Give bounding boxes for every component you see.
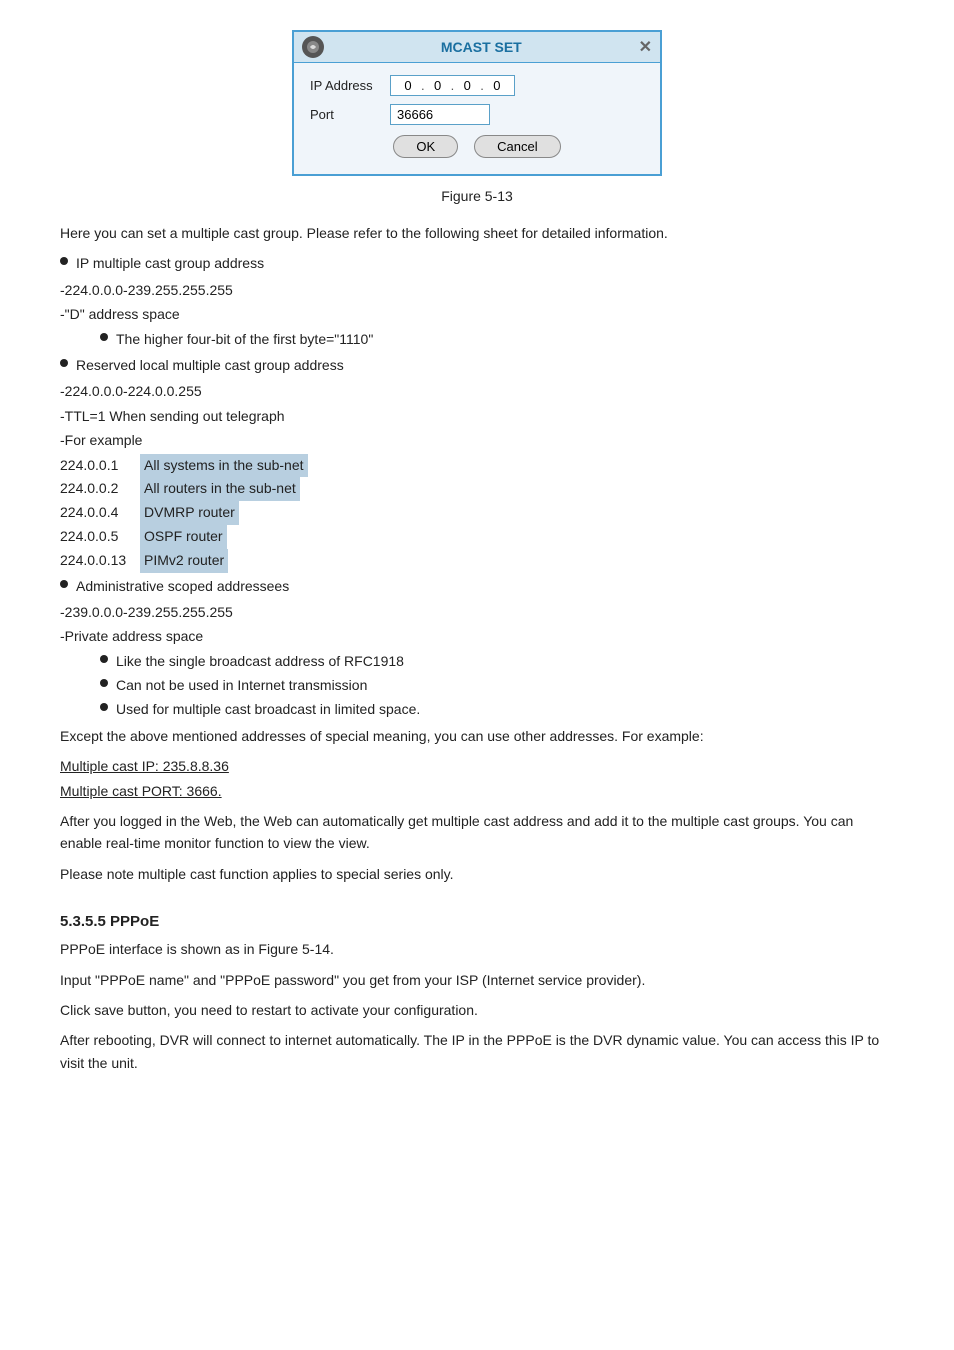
desc-2: All routers in the sub-net <box>140 477 300 501</box>
addr-2: 224.0.0.2 <box>60 477 140 501</box>
addr-4: 224.0.0.5 <box>60 525 140 549</box>
dialog-titlebar: MCAST SET ✕ <box>294 32 660 63</box>
section3-bullet: Administrative scoped addressees <box>60 575 894 597</box>
table-row-1: 224.0.0.1 All systems in the sub-net <box>60 454 894 478</box>
port-label: Port <box>310 107 390 122</box>
ip-address-field[interactable]: . . . <box>390 75 515 96</box>
dialog-body: IP Address . . . Port OK Cancel <box>294 63 660 174</box>
dialog-container: MCAST SET ✕ IP Address . . . Port <box>60 30 894 176</box>
content-area: Here you can set a multiple cast group. … <box>60 222 894 1074</box>
dialog-app-icon <box>302 36 324 58</box>
bullet-dot-2 <box>60 359 68 367</box>
table-row-2: 224.0.0.2 All routers in the sub-net <box>60 477 894 501</box>
port-input[interactable] <box>390 104 490 125</box>
section1-bullet: IP multiple cast group address <box>60 252 894 274</box>
footer-paragraph-3: Please note multiple cast function appli… <box>60 863 894 885</box>
section3-list: Administrative scoped addressees <box>60 575 894 597</box>
table-row-4: 224.0.0.5 OSPF router <box>60 525 894 549</box>
pppoe-line1: PPPoE interface is shown as in Figure 5-… <box>60 938 894 960</box>
close-button[interactable]: ✕ <box>639 37 652 57</box>
footer-line2: Multiple cast PORT: 3666. <box>60 780 894 802</box>
desc-5: PIMv2 router <box>140 549 228 573</box>
ip-label: IP Address <box>310 78 390 93</box>
addr-1: 224.0.0.1 <box>60 454 140 478</box>
footer-paragraph-1: Except the above mentioned addresses of … <box>60 725 894 747</box>
ok-button[interactable]: OK <box>393 135 458 158</box>
bullet-dot-1 <box>60 257 68 265</box>
section2-example: -For example <box>60 429 894 451</box>
bullet-dot-sub1 <box>100 333 108 341</box>
section3-sub-text-1: Like the single broadcast address of RFC… <box>116 650 404 672</box>
pppoe-line2: Input "PPPoE name" and "PPPoE password" … <box>60 969 894 991</box>
section1-bullet-text: IP multiple cast group address <box>76 252 264 274</box>
pppoe-line3: Click save button, you need to restart t… <box>60 999 894 1021</box>
section2-bullet: Reserved local multiple cast group addre… <box>60 354 894 376</box>
dialog-title: MCAST SET <box>324 39 639 55</box>
ip-octet-3[interactable] <box>456 78 478 93</box>
section1-sub-list: The higher four-bit of the first byte="1… <box>60 328 894 350</box>
section3-bullet-text: Administrative scoped addressees <box>76 575 289 597</box>
section2-bullet-text: Reserved local multiple cast group addre… <box>76 354 344 376</box>
section1-list: IP multiple cast group address <box>60 252 894 274</box>
bullet-dot-sub4 <box>100 703 108 711</box>
section3-sub-bullet-1: Like the single broadcast address of RFC… <box>100 650 894 672</box>
ip-octet-2[interactable] <box>427 78 449 93</box>
table-row-3: 224.0.0.4 DVMRP router <box>60 501 894 525</box>
bullet-dot-sub3 <box>100 679 108 687</box>
pppoe-section-header: 5.3.5.5 PPPoE <box>60 913 894 930</box>
mcast-dialog: MCAST SET ✕ IP Address . . . Port <box>292 30 662 176</box>
section1-space: -"D" address space <box>60 303 894 325</box>
section3-range: -239.0.0.0-239.255.255.255 <box>60 601 894 623</box>
ip-octet-1[interactable] <box>397 78 419 93</box>
table-row-5: 224.0.0.13 PIMv2 router <box>60 549 894 573</box>
desc-4: OSPF router <box>140 525 227 549</box>
footer-paragraph-2: After you logged in the Web, the Web can… <box>60 810 894 855</box>
ip-octet-4[interactable] <box>486 78 508 93</box>
section3-sub-bullet-3: Used for multiple cast broadcast in limi… <box>100 698 894 720</box>
bullet-dot-sub2 <box>100 655 108 663</box>
section3-sub-text-2: Can not be used in Internet transmission <box>116 674 367 696</box>
section2-ttl: -TTL=1 When sending out telegraph <box>60 405 894 427</box>
dialog-buttons: OK Cancel <box>310 135 644 162</box>
intro-paragraph: Here you can set a multiple cast group. … <box>60 222 894 244</box>
addr-5: 224.0.0.13 <box>60 549 140 573</box>
ip-dot-2: . <box>451 78 455 93</box>
section3-sub-bullet-2: Can not be used in Internet transmission <box>100 674 894 696</box>
addr-3: 224.0.0.4 <box>60 501 140 525</box>
section1-sub-text: The higher four-bit of the first byte="1… <box>116 328 373 350</box>
footer-line1: Multiple cast IP: 235.8.8.36 <box>60 755 894 777</box>
section2-list: Reserved local multiple cast group addre… <box>60 354 894 376</box>
ip-dot-3: . <box>480 78 484 93</box>
address-table: 224.0.0.1 All systems in the sub-net 224… <box>60 454 894 573</box>
section1-sub-bullet: The higher four-bit of the first byte="1… <box>100 328 894 350</box>
pppoe-line4: After rebooting, DVR will connect to int… <box>60 1029 894 1074</box>
section3-space: -Private address space <box>60 625 894 647</box>
ip-dot-1: . <box>421 78 425 93</box>
port-row: Port <box>310 104 644 125</box>
section3-sub-list: Like the single broadcast address of RFC… <box>60 650 894 721</box>
section3-sub-text-3: Used for multiple cast broadcast in limi… <box>116 698 420 720</box>
section2-range1: -224.0.0.0-224.0.0.255 <box>60 380 894 402</box>
section1-range: -224.0.0.0-239.255.255.255 <box>60 279 894 301</box>
desc-3: DVMRP router <box>140 501 239 525</box>
cancel-button[interactable]: Cancel <box>474 135 560 158</box>
desc-1: All systems in the sub-net <box>140 454 308 478</box>
figure-caption: Figure 5-13 <box>60 188 894 204</box>
bullet-dot-3 <box>60 580 68 588</box>
ip-address-row: IP Address . . . <box>310 75 644 96</box>
